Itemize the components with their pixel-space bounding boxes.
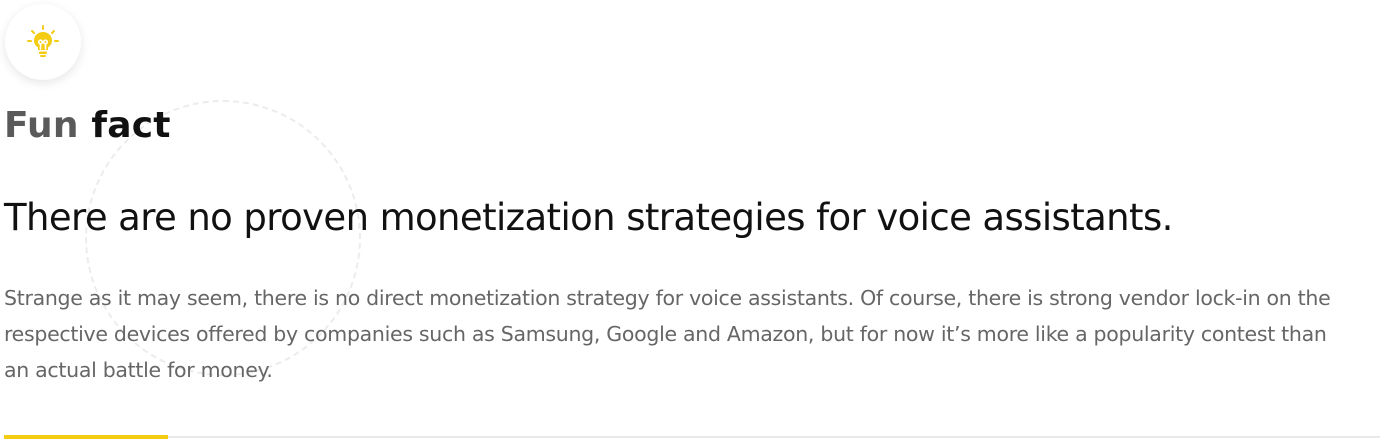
divider — [4, 436, 1380, 438]
lightbulb-icon — [23, 22, 63, 62]
fact-body: Strange as it may seem, there is no dire… — [4, 286, 1331, 382]
icon-badge — [5, 4, 81, 80]
section-title-light: Fun — [4, 105, 79, 146]
divider-accent — [4, 435, 168, 439]
section-title: Fun fact — [4, 102, 171, 150]
fact-headline: There are no proven monetization strateg… — [4, 196, 1173, 239]
section-title-dark: fact — [91, 105, 171, 146]
